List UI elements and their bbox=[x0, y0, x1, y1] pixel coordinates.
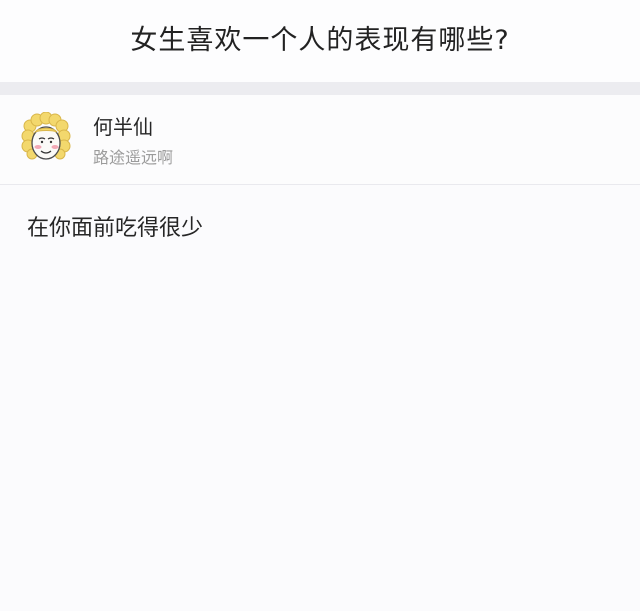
answer-text: 在你面前吃得很少 bbox=[27, 216, 204, 241]
author-bio: 路途遥远啊 bbox=[93, 148, 174, 167]
curly-haired-cartoon-face-icon bbox=[21, 111, 71, 160]
question-header: 女生喜欢一个人的表现有哪些? bbox=[0, 0, 640, 82]
answer-body: 在你面前吃得很少 bbox=[0, 185, 640, 611]
question-title: 女生喜欢一个人的表现有哪些? bbox=[130, 24, 510, 56]
section-divider bbox=[0, 82, 640, 95]
author-row[interactable]: 何半仙 路途遥远啊 bbox=[0, 95, 640, 185]
avatar[interactable] bbox=[20, 111, 72, 166]
author-name[interactable]: 何半仙 bbox=[93, 117, 153, 137]
